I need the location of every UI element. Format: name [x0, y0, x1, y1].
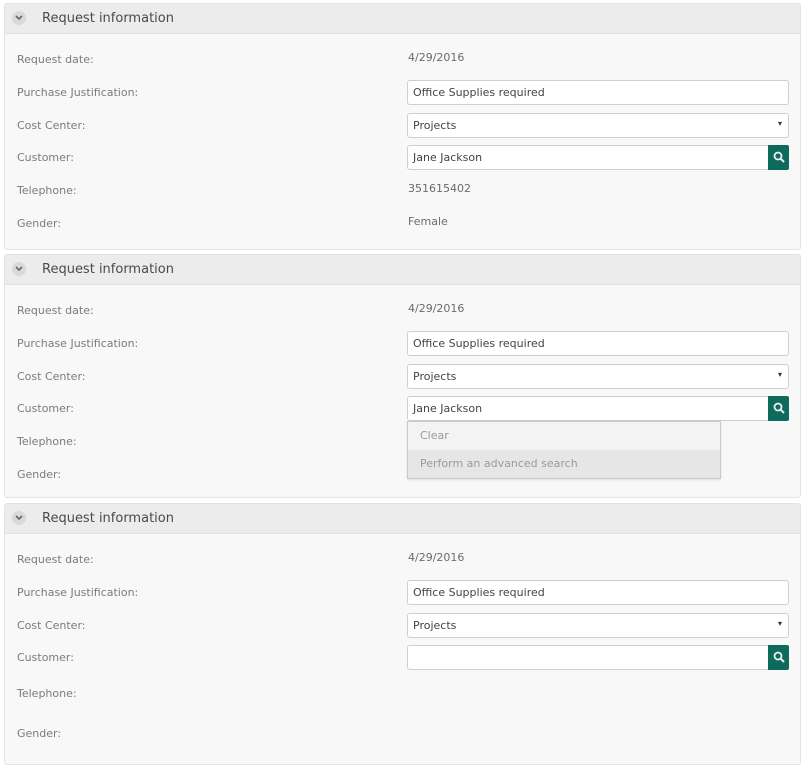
request-information-panel: Request information Request date: 4/29/2…	[4, 503, 801, 765]
telephone-value: 351615402	[408, 182, 471, 195]
request-date-value: 4/29/2016	[408, 551, 465, 564]
panel-header[interactable]: Request information	[5, 255, 800, 285]
telephone-label: Telephone:	[17, 435, 77, 448]
gender-value: Female	[408, 215, 448, 228]
chevron-down-icon[interactable]	[12, 262, 26, 276]
cost-center-label: Cost Center:	[17, 619, 86, 632]
cost-center-label: Cost Center:	[17, 119, 86, 132]
panel-header[interactable]: Request information	[5, 4, 800, 34]
request-date-label: Request date:	[17, 53, 94, 66]
panel-title: Request information	[42, 11, 174, 26]
request-date-label: Request date:	[17, 304, 94, 317]
request-date-value: 4/29/2016	[408, 302, 465, 315]
cost-center-select[interactable]: Projects ▾	[407, 613, 789, 638]
request-date-value: 4/29/2016	[408, 51, 465, 64]
caret-down-icon: ▾	[777, 619, 782, 628]
request-date-label: Request date:	[17, 553, 94, 566]
cost-center-value: Projects	[413, 119, 457, 132]
gender-label: Gender:	[17, 468, 62, 481]
purchase-justification-input[interactable]: Office Supplies required	[407, 580, 789, 605]
telephone-label: Telephone:	[17, 687, 77, 700]
customer-lookup-input[interactable]: Jane Jackson	[407, 396, 768, 421]
purchase-justification-label: Purchase Justification:	[17, 337, 139, 350]
customer-label: Customer:	[17, 402, 74, 415]
cost-center-label: Cost Center:	[17, 370, 86, 383]
customer-label: Customer:	[17, 151, 74, 164]
caret-down-icon: ▾	[777, 370, 782, 379]
advanced-search-option[interactable]: Perform an advanced search	[408, 450, 720, 478]
customer-search-button[interactable]	[768, 645, 789, 670]
cost-center-select[interactable]: Projects ▾	[407, 364, 789, 389]
purchase-justification-label: Purchase Justification:	[17, 86, 139, 99]
customer-lookup-input[interactable]: Jane Jackson	[407, 145, 768, 170]
customer-search-button[interactable]	[768, 396, 789, 421]
caret-down-icon: ▾	[777, 119, 782, 128]
customer-lookup-input[interactable]	[407, 645, 768, 670]
chevron-down-icon[interactable]	[12, 11, 26, 25]
cost-center-value: Projects	[413, 619, 457, 632]
gender-label: Gender:	[17, 217, 62, 230]
purchase-justification-input[interactable]: Office Supplies required	[407, 80, 789, 105]
purchase-justification-label: Purchase Justification:	[17, 586, 139, 599]
cost-center-value: Projects	[413, 370, 457, 383]
telephone-label: Telephone:	[17, 184, 77, 197]
panel-title: Request information	[42, 511, 174, 526]
customer-label: Customer:	[17, 651, 74, 664]
customer-lookup-dropdown: Clear Perform an advanced search	[407, 421, 721, 479]
chevron-down-icon[interactable]	[12, 511, 26, 525]
panel-title: Request information	[42, 262, 174, 277]
request-information-panel: Request information Request date: 4/29/2…	[4, 3, 801, 250]
cost-center-select[interactable]: Projects ▾	[407, 113, 789, 138]
customer-search-button[interactable]	[768, 145, 789, 170]
purchase-justification-input[interactable]: Office Supplies required	[407, 331, 789, 356]
panel-header[interactable]: Request information	[5, 504, 800, 534]
clear-option[interactable]: Clear	[408, 422, 720, 450]
gender-label: Gender:	[17, 727, 62, 740]
request-information-panel: Request information Request date: 4/29/2…	[4, 254, 801, 498]
